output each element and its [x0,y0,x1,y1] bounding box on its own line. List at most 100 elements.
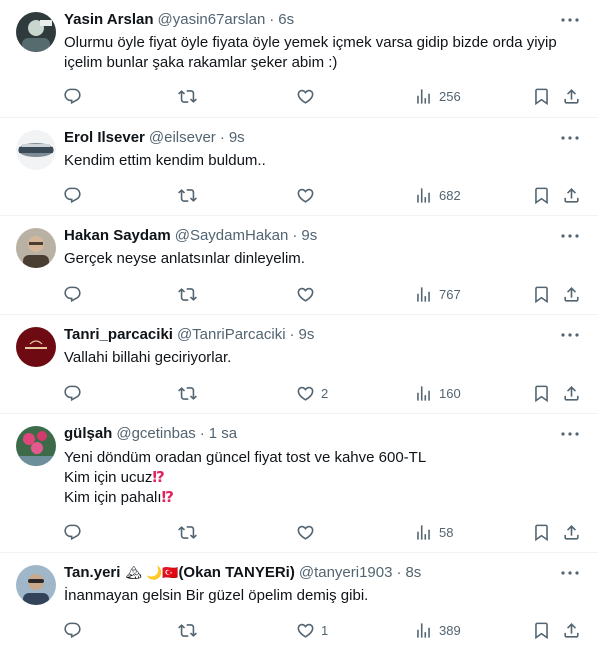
separator-dot: · [289,326,295,343]
more-options-icon[interactable] [560,424,580,444]
retweet-button[interactable] [178,185,203,205]
avatar[interactable] [16,565,56,605]
retweet-button[interactable] [178,522,203,542]
interrobang-emoji: ⁉ [161,489,174,506]
more-options-icon[interactable] [560,128,580,148]
user-handle[interactable]: @tanyeri1903 [299,563,393,583]
tweet[interactable]: Erol Ilsever @eilsever · 9s Kendim ettim… [0,118,598,216]
action-bar: 58 [0,522,598,542]
tweet-text: Gerçek neyse anlatsınlar dinleyelim. [64,249,578,269]
tweet[interactable]: Tan.yeri 🏔 🌙🇹🇷 (Okan TANYERi) @tanyeri19… [0,553,598,661]
heart-icon [297,623,314,638]
retweet-button[interactable] [178,620,203,640]
bookmark-button[interactable] [532,86,551,106]
tweet[interactable]: gülşah @gcetinbas · 1 sa Yeni döndüm ora… [0,414,598,553]
tweet-text-line: Kim için ucuz⁉ [64,468,578,488]
like-button[interactable] [296,86,321,106]
bookmark-button[interactable] [532,522,551,542]
like-count: 2 [321,385,329,401]
retweet-button[interactable] [178,383,203,403]
retweet-button[interactable] [178,284,203,304]
bookmark-button[interactable] [532,383,551,403]
avatar[interactable] [16,130,56,170]
bookmark-button[interactable] [532,284,551,304]
views-button[interactable]: 160 [414,383,461,403]
tweet[interactable]: Tanri_parcaciki @TanriParcaciki · 9s Val… [0,315,598,414]
share-icon [564,88,579,104]
tweet[interactable]: Yasin Arslan @yasin67arslan · 6s Olurmu … [0,0,598,118]
reply-button[interactable] [63,284,88,304]
views-button[interactable]: 389 [414,620,461,640]
display-name[interactable]: Hakan Saydam [64,226,171,246]
more-options-icon[interactable] [560,563,580,583]
views-button[interactable]: 682 [414,185,461,205]
view-count: 160 [439,385,461,401]
more-options-icon[interactable] [560,10,580,30]
views-button[interactable]: 256 [414,86,461,106]
timestamp[interactable]: 9s [229,128,245,148]
reply-button[interactable] [63,383,88,403]
retweet-icon [178,386,197,400]
reply-button[interactable] [63,86,88,106]
retweet-icon [178,623,197,637]
retweet-icon [178,89,197,103]
bookmark-icon [535,524,548,541]
bookmark-button[interactable] [532,620,551,640]
like-button[interactable] [296,185,321,205]
display-name[interactable]: Yasin Arslan [64,10,154,30]
like-count: 1 [321,622,329,638]
display-name[interactable]: gülşah [64,424,112,444]
retweet-button[interactable] [178,86,203,106]
share-button[interactable] [562,86,581,106]
timestamp[interactable]: 1 sa [209,424,237,444]
view-count: 389 [439,622,461,638]
share-button[interactable] [562,383,581,403]
share-button[interactable] [562,620,581,640]
timestamp[interactable]: 6s [278,10,294,30]
separator-dot: · [396,564,402,581]
tweet-text-line: Vallahi billahi geciriyorlar. [64,349,232,366]
display-name-suffix[interactable]: (Okan TANYERi) [178,563,294,583]
user-handle[interactable]: @yasin67arslan [158,10,266,30]
action-bar: 1 389 [0,620,598,640]
share-button[interactable] [562,284,581,304]
like-button[interactable] [296,522,321,542]
display-name[interactable]: Tan.yeri [64,563,120,583]
reply-icon [64,385,81,401]
analytics-icon [417,187,430,203]
like-button[interactable] [296,284,321,304]
views-button[interactable]: 767 [414,284,461,304]
avatar[interactable] [16,327,56,367]
share-button[interactable] [562,185,581,205]
bookmark-icon [535,385,548,402]
bookmark-icon [535,622,548,639]
share-icon [564,524,579,540]
views-button[interactable]: 58 [414,522,453,542]
bookmark-icon [535,286,548,303]
share-button[interactable] [562,522,581,542]
reply-button[interactable] [63,522,88,542]
reply-button[interactable] [63,185,88,205]
tweet-text-line: Kendim ettim kendim buldum.. [64,152,266,169]
timestamp[interactable]: 9s [301,226,317,246]
user-handle[interactable]: @eilsever [149,128,216,148]
timestamp[interactable]: 8s [405,563,421,583]
bookmark-button[interactable] [532,185,551,205]
like-button[interactable]: 2 [296,383,328,403]
reply-icon [64,622,81,638]
display-name[interactable]: Erol Ilsever [64,128,145,148]
user-handle[interactable]: @gcetinbas [116,424,195,444]
like-button[interactable]: 1 [296,620,328,640]
avatar[interactable] [16,426,56,466]
user-handle[interactable]: @TanriParcaciki [177,325,286,345]
timestamp[interactable]: 9s [299,325,315,345]
avatar[interactable] [16,12,56,52]
tweet-text: Kendim ettim kendim buldum.. [64,151,578,171]
more-options-icon[interactable] [560,325,580,345]
user-handle[interactable]: @SaydamHakan [175,226,289,246]
tweet[interactable]: Hakan Saydam @SaydamHakan · 9s Gerçek ne… [0,216,598,315]
avatar[interactable] [16,228,56,268]
reply-button[interactable] [63,620,88,640]
display-name[interactable]: Tanri_parcaciki [64,325,173,345]
more-options-icon[interactable] [560,226,580,246]
